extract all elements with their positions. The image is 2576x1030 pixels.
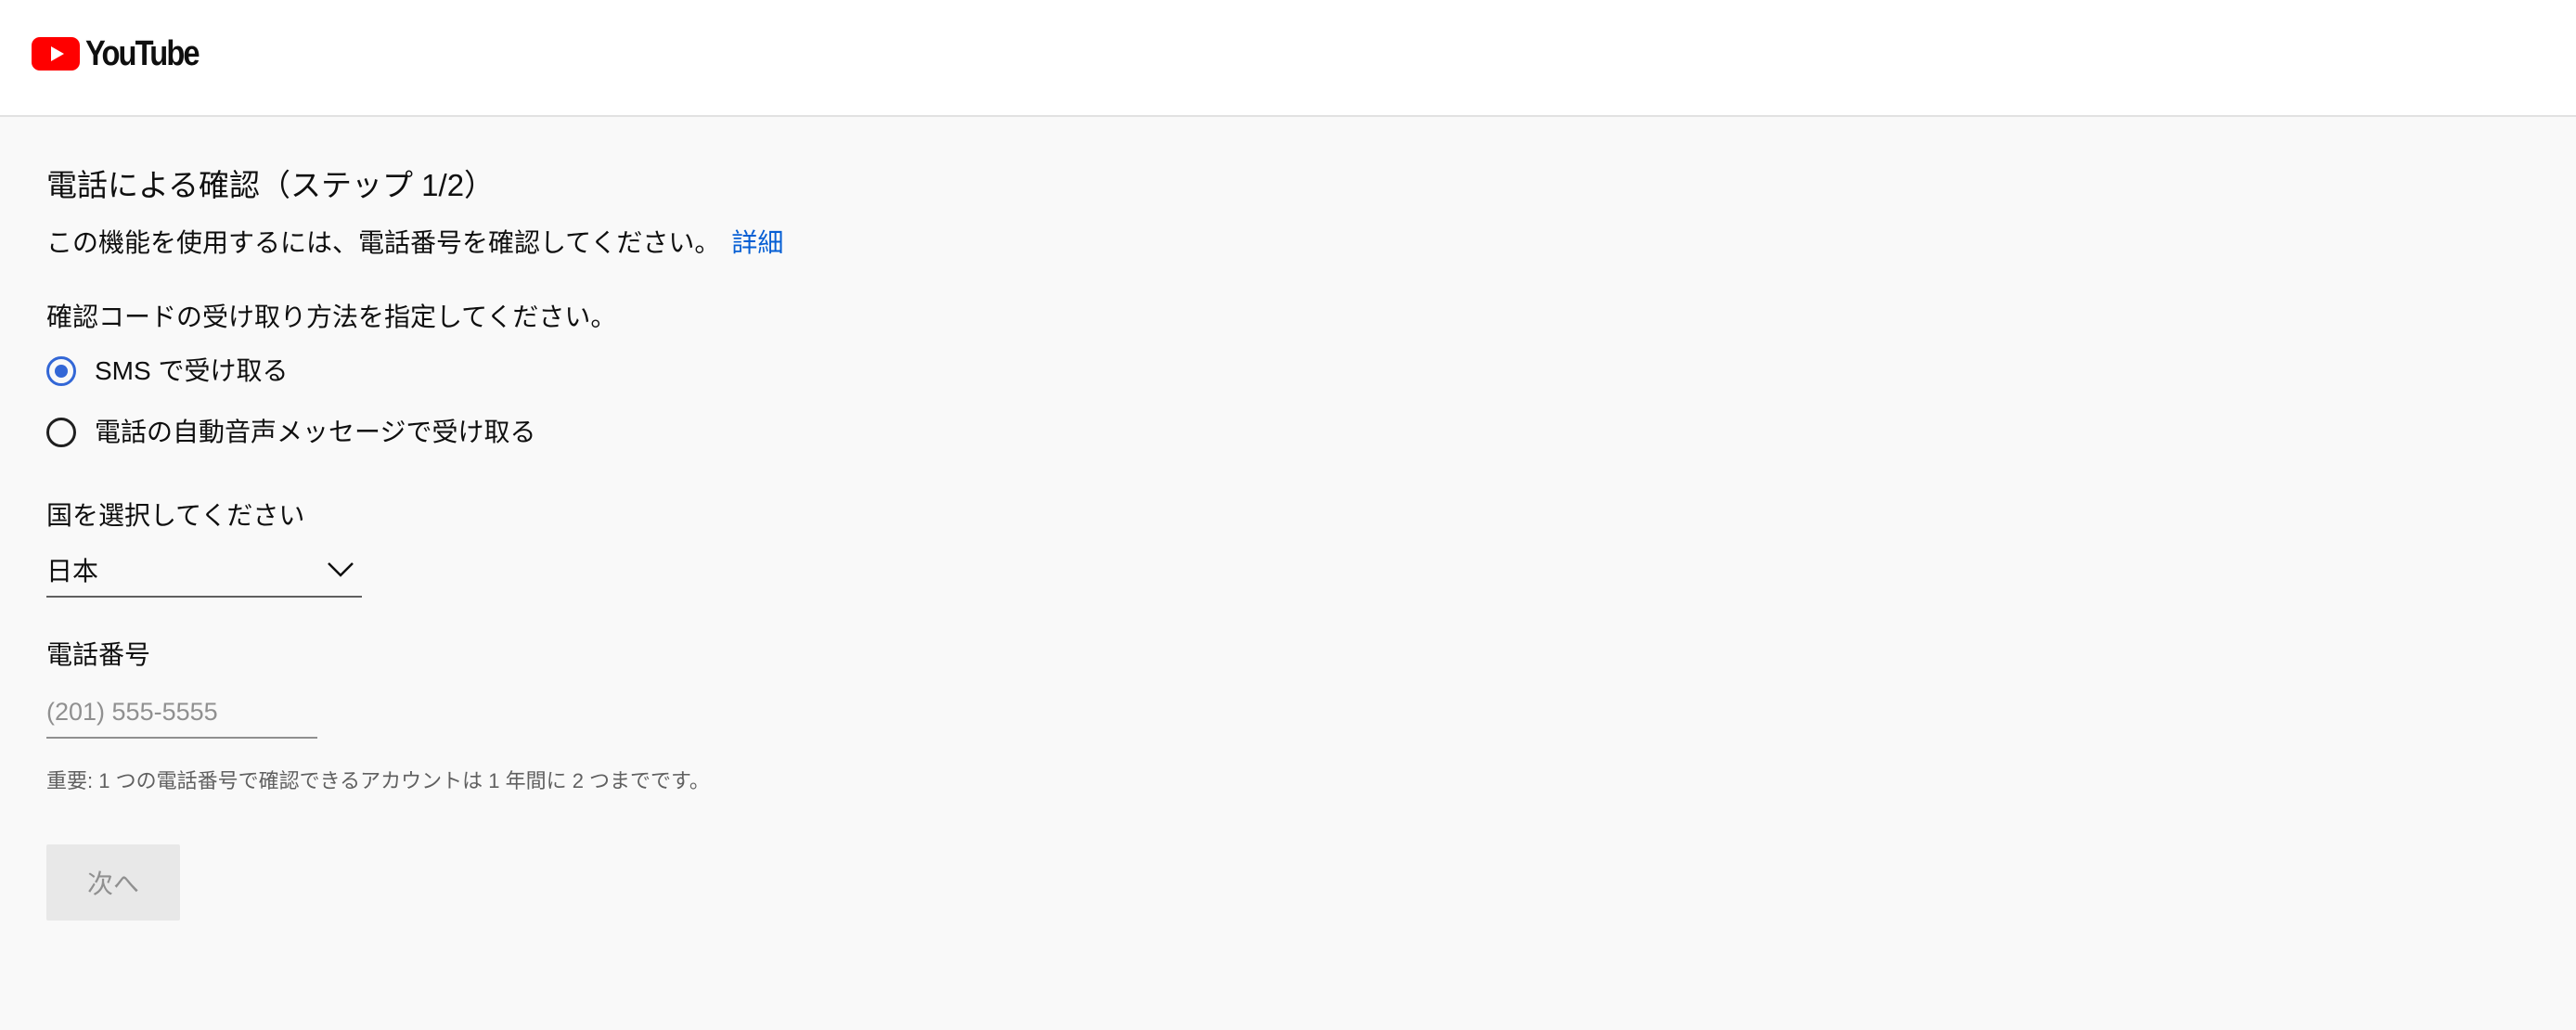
description: この機能を使用するには、電話番号を確認してください。 詳細 [46, 225, 783, 262]
logo-wordmark: YouTube [85, 34, 200, 73]
radio-option-voice-call[interactable]: 電話の自動音声メッセージで受け取る [46, 414, 535, 451]
youtube-logo[interactable]: YouTube [32, 35, 217, 72]
page-title: 電話による確認（ステップ 1/2） [46, 168, 496, 202]
chevron-down-icon [328, 562, 354, 577]
country-select[interactable]: 日本 [46, 549, 362, 598]
radio-label-sms: SMS で受け取る [95, 356, 289, 385]
phone-label: 電話番号 [46, 640, 151, 669]
description-text: この機能を使用するには、電話番号を確認してください。 [46, 228, 721, 257]
youtube-play-icon [32, 37, 80, 71]
phone-number-input[interactable] [46, 687, 317, 739]
next-button[interactable]: 次へ [46, 844, 180, 921]
country-select-value: 日本 [46, 557, 99, 586]
method-label: 確認コードの受け取り方法を指定してください。 [46, 303, 617, 331]
learn-more-link[interactable]: 詳細 [731, 228, 783, 257]
radio-option-sms[interactable]: SMS で受け取る [46, 353, 288, 390]
country-label: 国を選択してください [46, 501, 305, 530]
important-note: 重要: 1 つの電話番号で確認できるアカウントは 1 年間に 2 つまでです。 [46, 769, 710, 792]
top-header: YouTube [0, 0, 2576, 117]
radio-button-sms[interactable] [46, 356, 76, 386]
radio-button-voice-call[interactable] [46, 418, 76, 447]
radio-label-voice-call: 電話の自動音声メッセージで受け取る [95, 418, 536, 446]
